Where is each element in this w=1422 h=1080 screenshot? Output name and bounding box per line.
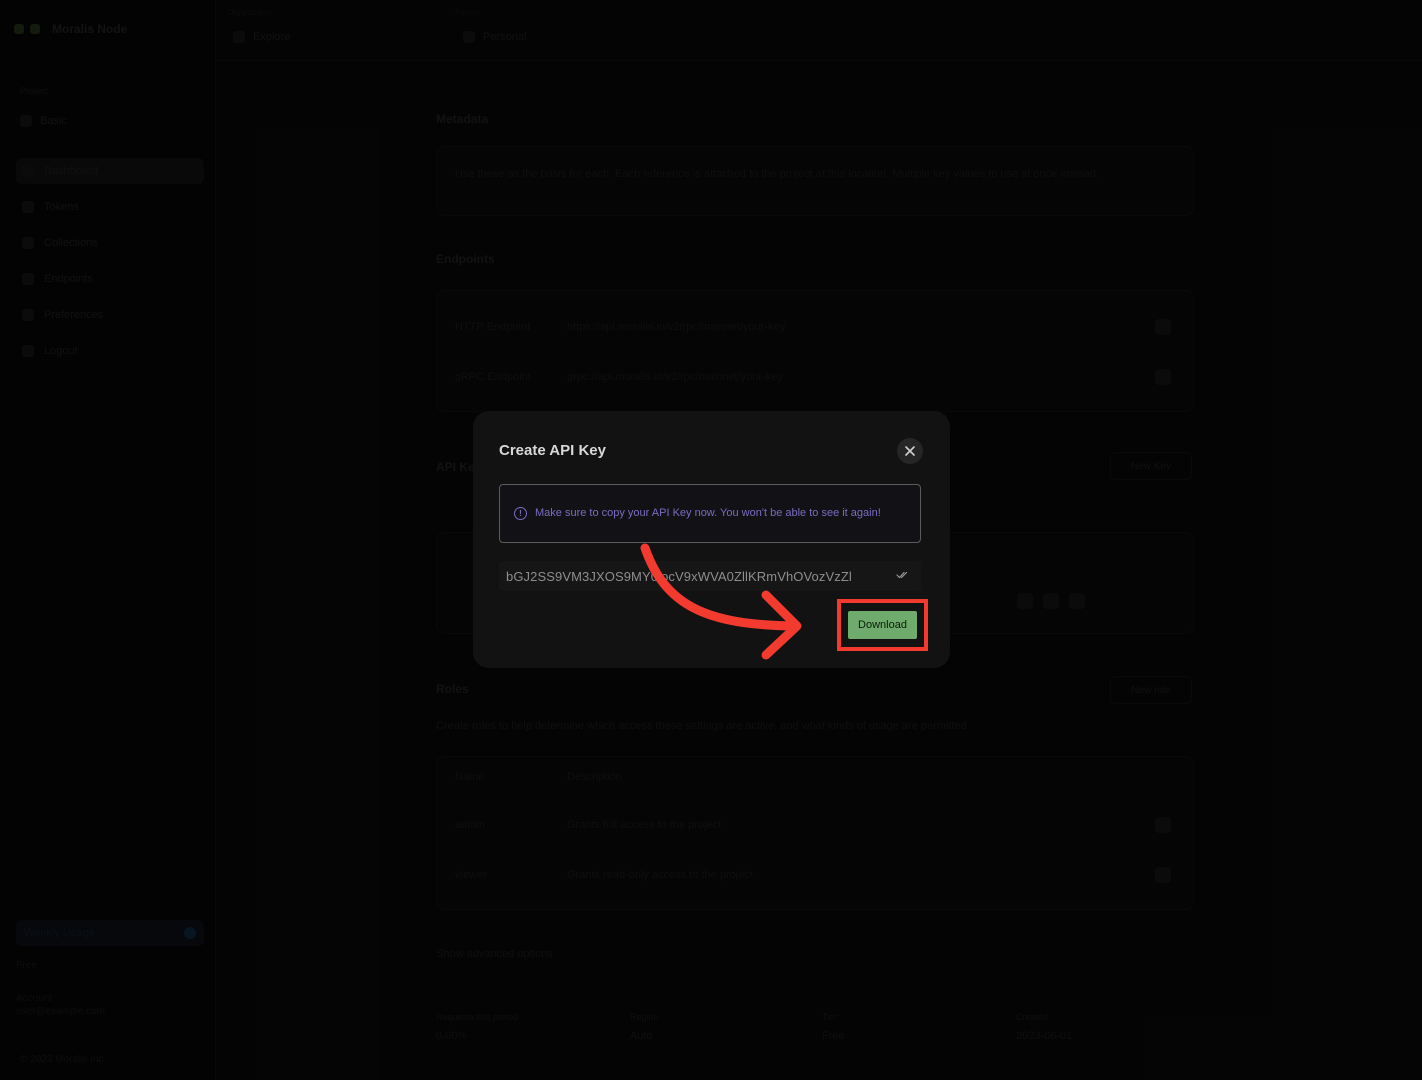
modal-title: Create API Key (499, 442, 606, 459)
close-icon (905, 446, 915, 456)
download-button[interactable]: Download (848, 611, 917, 639)
info-circle-icon: ! (514, 507, 527, 520)
app-window: Moralis Node Project Basic Dashboard Tok… (0, 0, 1422, 1080)
warning-alert: ! Make sure to copy your API Key now. Yo… (499, 484, 921, 543)
create-api-key-modal: Create API Key ! Make sure to copy your … (473, 411, 950, 668)
alert-text: Make sure to copy your API Key now. You … (535, 507, 881, 519)
api-key-value[interactable]: bGJ2SS9VM3JXOS9MY0locV9xWVA0ZllKRmVhOVoz… (499, 569, 891, 584)
double-check-icon[interactable] (891, 571, 913, 582)
close-button[interactable] (897, 438, 923, 464)
api-key-field[interactable]: bGJ2SS9VM3JXOS9MY0locV9xWVA0ZllKRmVhOVoz… (499, 561, 921, 591)
